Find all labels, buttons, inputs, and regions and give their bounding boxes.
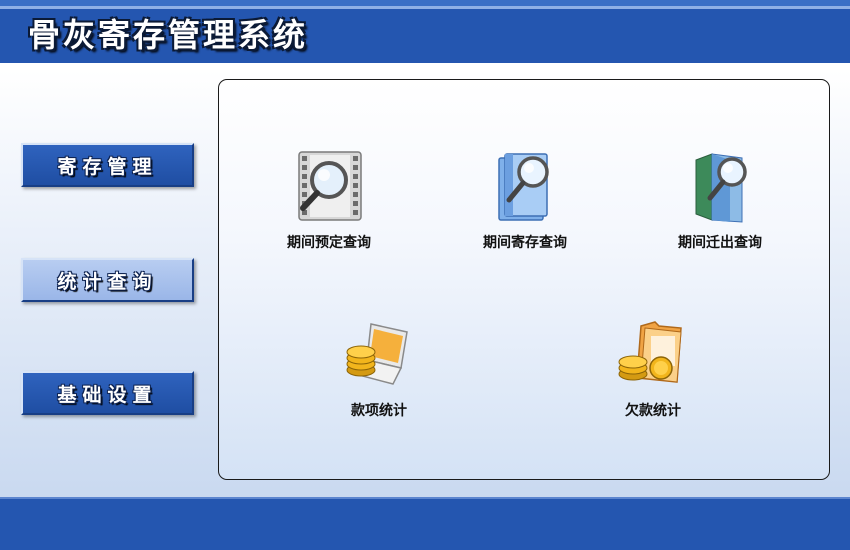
- arrears-statistics-item[interactable]: 欠款统计: [578, 318, 728, 420]
- nav-basic-settings[interactable]: 基础设置: [21, 371, 194, 415]
- folder-magnifier-icon: [695, 153, 747, 223]
- footer-bar: [0, 497, 850, 550]
- app-title: 骨灰寄存管理系统: [28, 16, 309, 54]
- folder-coins-icon: [618, 321, 682, 383]
- nav-statistics-query[interactable]: 统计查询: [21, 258, 194, 302]
- deposit-query-item[interactable]: 期间寄存查询: [450, 150, 600, 252]
- move-out-query-item[interactable]: 期间迁出查询: [645, 150, 795, 252]
- film-magnifier-icon: [298, 151, 362, 221]
- header-stripe: [0, 6, 850, 9]
- arrears-statistics-label: 欠款统计: [625, 403, 681, 419]
- nav-deposit-management[interactable]: 寄存管理: [21, 143, 194, 187]
- deposit-query-label: 期间寄存查询: [483, 235, 567, 251]
- reservation-query-item[interactable]: 期间预定查询: [254, 150, 404, 252]
- payment-statistics-label: 款项统计: [351, 403, 407, 419]
- reservation-query-label: 期间预定查询: [287, 235, 371, 251]
- payment-statistics-item[interactable]: 款项统计: [304, 318, 454, 420]
- laptop-coins-icon: [346, 323, 408, 385]
- book-magnifier-icon: [498, 153, 549, 221]
- move-out-query-label: 期间迁出查询: [678, 235, 762, 251]
